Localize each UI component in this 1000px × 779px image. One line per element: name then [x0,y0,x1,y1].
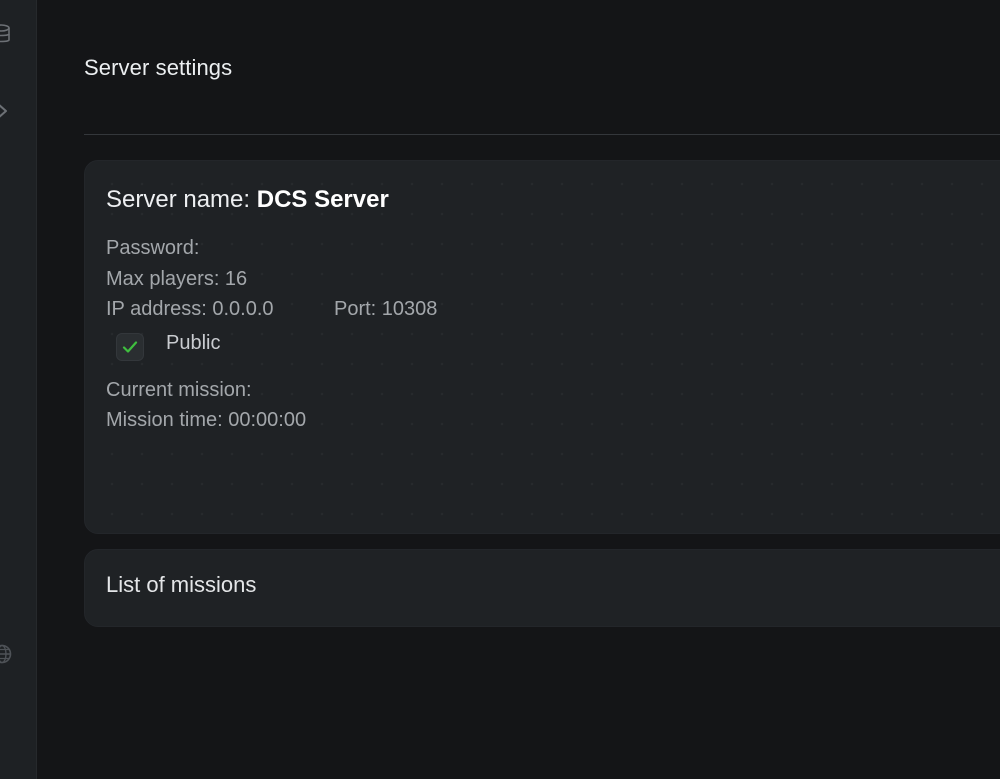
server-name-value: DCS Server [256,186,389,213]
server-name-label: Server name: [106,186,251,213]
public-label: Public [166,332,221,354]
sidebar [0,0,37,779]
ip-address: IP address: 0.0.0.0 [106,298,274,320]
server-card: Server name: DCS Server Password: Max pl… [84,160,1000,534]
page-title: Server settings [84,55,233,80]
port: Port: 10308 [334,298,438,320]
mission-time: Mission time: 00:00:00 [106,409,307,431]
password-field: Password: [106,237,200,259]
app-window: Server settings Server name: DCS Server … [0,0,1000,779]
server-name: Server name: DCS Server [106,186,389,214]
chevron-right-icon[interactable] [0,102,10,120]
main-content: Server settings Server name: DCS Server … [37,0,1000,779]
check-icon [122,341,138,353]
missions-title: List of missions [106,572,257,597]
current-mission: Current mission: [106,379,252,401]
public-checkbox[interactable] [116,333,144,361]
database-icon[interactable] [0,24,10,43]
divider [84,134,1000,135]
globe-icon[interactable] [0,644,12,664]
missions-card[interactable]: List of missions [84,549,1000,627]
max-players: Max players: 16 [106,268,248,290]
